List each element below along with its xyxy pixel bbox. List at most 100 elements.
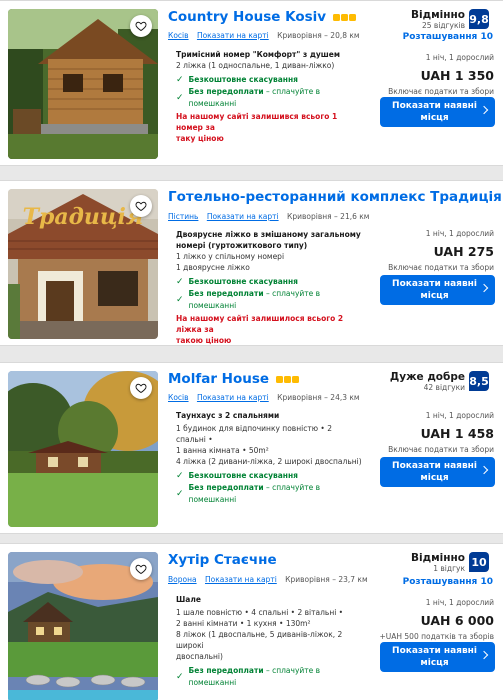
room-details: Тримісний номер "Комфорт" з душем 2 ліжк… — [176, 49, 364, 144]
location-score: Розташування 10 — [402, 32, 493, 42]
room-title: Таунхаус з 2 спальнями — [176, 411, 280, 420]
property-photo[interactable] — [8, 552, 158, 700]
property-card[interactable]: Molfar House Косів Показати на карті Кри… — [0, 362, 503, 534]
room-config: 2 ванні кімнати • 1 кухня • 130m² — [176, 619, 311, 628]
taxes-note: Включає податки та збори — [388, 87, 494, 96]
review-score[interactable]: Відмінно 25 відгуків 9,8 — [411, 9, 489, 30]
town-link[interactable]: Ворона — [168, 575, 197, 584]
perk-free-cancellation: ✓ Безкоштовне скасування — [176, 276, 364, 288]
favorite-button[interactable] — [130, 195, 152, 217]
rating-word: Відмінно — [411, 552, 465, 564]
show-on-map-link[interactable]: Показати на карті — [207, 212, 279, 221]
check-icon: ✓ — [176, 471, 184, 481]
score-badge: 8,5 — [469, 371, 489, 391]
stay-summary: 1 ніч, 1 дорослий — [425, 53, 494, 62]
show-availability-button[interactable]: Показати наявні місця — [380, 642, 495, 672]
town-link[interactable]: Пістинь — [168, 212, 198, 221]
property-card[interactable]: Хутір Стаєчне Ворона Показати на карті К… — [0, 543, 503, 700]
price-block: 1 ніч, 1 дорослий UAH 1 458 Включає пода… — [388, 411, 494, 454]
chevron-right-icon — [479, 283, 489, 293]
star-icon — [349, 13, 357, 21]
star-rating — [333, 13, 357, 21]
price-amount: UAH 1 458 — [420, 426, 494, 441]
property-title[interactable]: Country House Kosiv — [168, 9, 326, 25]
perk-free-cancellation: ✓ Безкоштовне скасування — [176, 74, 364, 86]
taxes-note: +UAH 500 податків та зборів — [379, 632, 494, 641]
room-details: Шале 1 шале повністю • 4 спальні • 2 віт… — [176, 594, 364, 689]
room-config: 4 ліжка (2 дивани-ліжка, 2 широкі двоспа… — [176, 457, 362, 466]
distance-text: Криворівня – 23,7 км — [285, 575, 368, 584]
town-link[interactable]: Косів — [168, 393, 189, 402]
room-config: 8 ліжок (1 двоспальне, 5 диванів-ліжок, … — [176, 630, 343, 650]
review-count: 42 відгуки — [423, 383, 465, 392]
chevron-right-icon — [479, 650, 489, 660]
review-count: 25 відгуків — [421, 21, 465, 30]
price-amount: UAH 1 350 — [420, 68, 494, 83]
favorite-button[interactable] — [130, 377, 152, 399]
perk-label: Без передоплати — [188, 483, 264, 492]
favorite-button[interactable] — [130, 15, 152, 37]
perk-no-prepayment: ✓ Без передоплати – сплачуйте в помешкан… — [176, 482, 364, 506]
button-label: Показати наявні місця — [392, 646, 477, 668]
room-config: двоспальні) — [176, 652, 223, 661]
town-link[interactable]: Косів — [168, 31, 189, 40]
show-on-map-link[interactable]: Показати на карті — [197, 31, 269, 40]
distance-text: Криворівня – 24,3 км — [277, 393, 360, 402]
star-icon — [333, 13, 341, 21]
score-badge: 9,8 — [469, 9, 489, 29]
show-on-map-link[interactable]: Показати на карті — [205, 575, 277, 584]
score-badge: 10 — [469, 552, 489, 572]
property-card[interactable]: Традиція Готельно-ресторанний комплекс Т… — [0, 180, 503, 346]
stay-summary: 1 ніч, 1 дорослий — [425, 229, 494, 238]
rating-word: Дуже добре — [389, 371, 465, 383]
perk-label: Безкоштовне скасування — [188, 471, 298, 480]
chevron-right-icon — [479, 105, 489, 115]
property-title[interactable]: Хутір Стаєчне — [168, 552, 277, 568]
show-availability-button[interactable]: Показати наявні місця — [380, 97, 495, 127]
star-icon — [276, 375, 284, 383]
perk-no-prepayment: ✓ Без передоплати – сплачуйте в помешкан… — [176, 86, 364, 110]
show-on-map-link[interactable]: Показати на карті — [197, 393, 269, 402]
rating-word: Відмінно — [411, 9, 465, 21]
star-icon — [284, 375, 292, 383]
scarcity-line: На нашому сайті залишилося всього 2 ліжк… — [176, 314, 344, 334]
check-icon: ✓ — [176, 75, 184, 85]
check-icon: ✓ — [176, 489, 184, 499]
favorite-button[interactable] — [130, 558, 152, 580]
review-score[interactable]: Дуже добре 42 відгуки 8,5 — [390, 371, 489, 392]
room-title: Шале — [176, 595, 201, 604]
price-block: 1 ніч, 1 дорослий UAH 1 350 Включає пода… — [388, 53, 494, 96]
stay-summary: 1 ніч, 1 дорослий — [425, 411, 494, 420]
distance-text: Криворівня – 20,8 км — [277, 31, 360, 40]
scarcity-line: такою ціною — [176, 336, 232, 345]
taxes-note: Включає податки та збори — [388, 263, 494, 272]
room-title: Тримісний номер "Комфорт" з душем — [176, 50, 340, 59]
property-card[interactable]: Country House Kosiv Косів Показати на ка… — [0, 0, 503, 166]
property-photo[interactable] — [8, 371, 158, 527]
room-config: 1 ванна кімната • 50m² — [176, 446, 269, 455]
property-title[interactable]: Molfar House — [168, 371, 269, 387]
perk-label: Безкоштовне скасування — [188, 277, 298, 286]
perk-label: Безкоштовне скасування — [188, 75, 298, 84]
property-photo[interactable]: Традиція — [8, 189, 158, 339]
property-photo[interactable] — [8, 9, 158, 159]
room-beds: 1 двоярусне ліжко — [176, 263, 250, 272]
room-beds: 2 ліжка (1 односпальне, 1 диван-ліжко) — [176, 61, 335, 70]
room-config: 1 шале повністю • 4 спальні • 2 вітальні… — [176, 608, 344, 617]
heart-icon — [135, 201, 147, 212]
room-beds: 1 ліжко у спільному номері — [176, 252, 285, 261]
taxes-note: Включає податки та збори — [388, 445, 494, 454]
scarcity-line: таку ціною — [176, 134, 224, 143]
review-score[interactable]: Відмінно 1 відгук 10 — [411, 552, 489, 573]
property-title[interactable]: Готельно-ресторанний комплекс Традиція — [168, 189, 502, 205]
show-availability-button[interactable]: Показати наявні місця — [380, 457, 495, 487]
heart-icon — [135, 564, 147, 575]
check-icon: ✓ — [176, 277, 184, 287]
check-icon: ✓ — [176, 672, 184, 682]
room-title: Двоярусне ліжко в змішаному загальному н… — [176, 230, 361, 250]
button-label: Показати наявні місця — [392, 279, 477, 301]
review-count: 1 відгук — [433, 564, 465, 573]
show-availability-button[interactable]: Показати наявні місця — [380, 275, 495, 305]
room-details: Таунхаус з 2 спальнями 1 будинок для від… — [176, 410, 364, 506]
stay-summary: 1 ніч, 1 дорослий — [425, 598, 494, 607]
